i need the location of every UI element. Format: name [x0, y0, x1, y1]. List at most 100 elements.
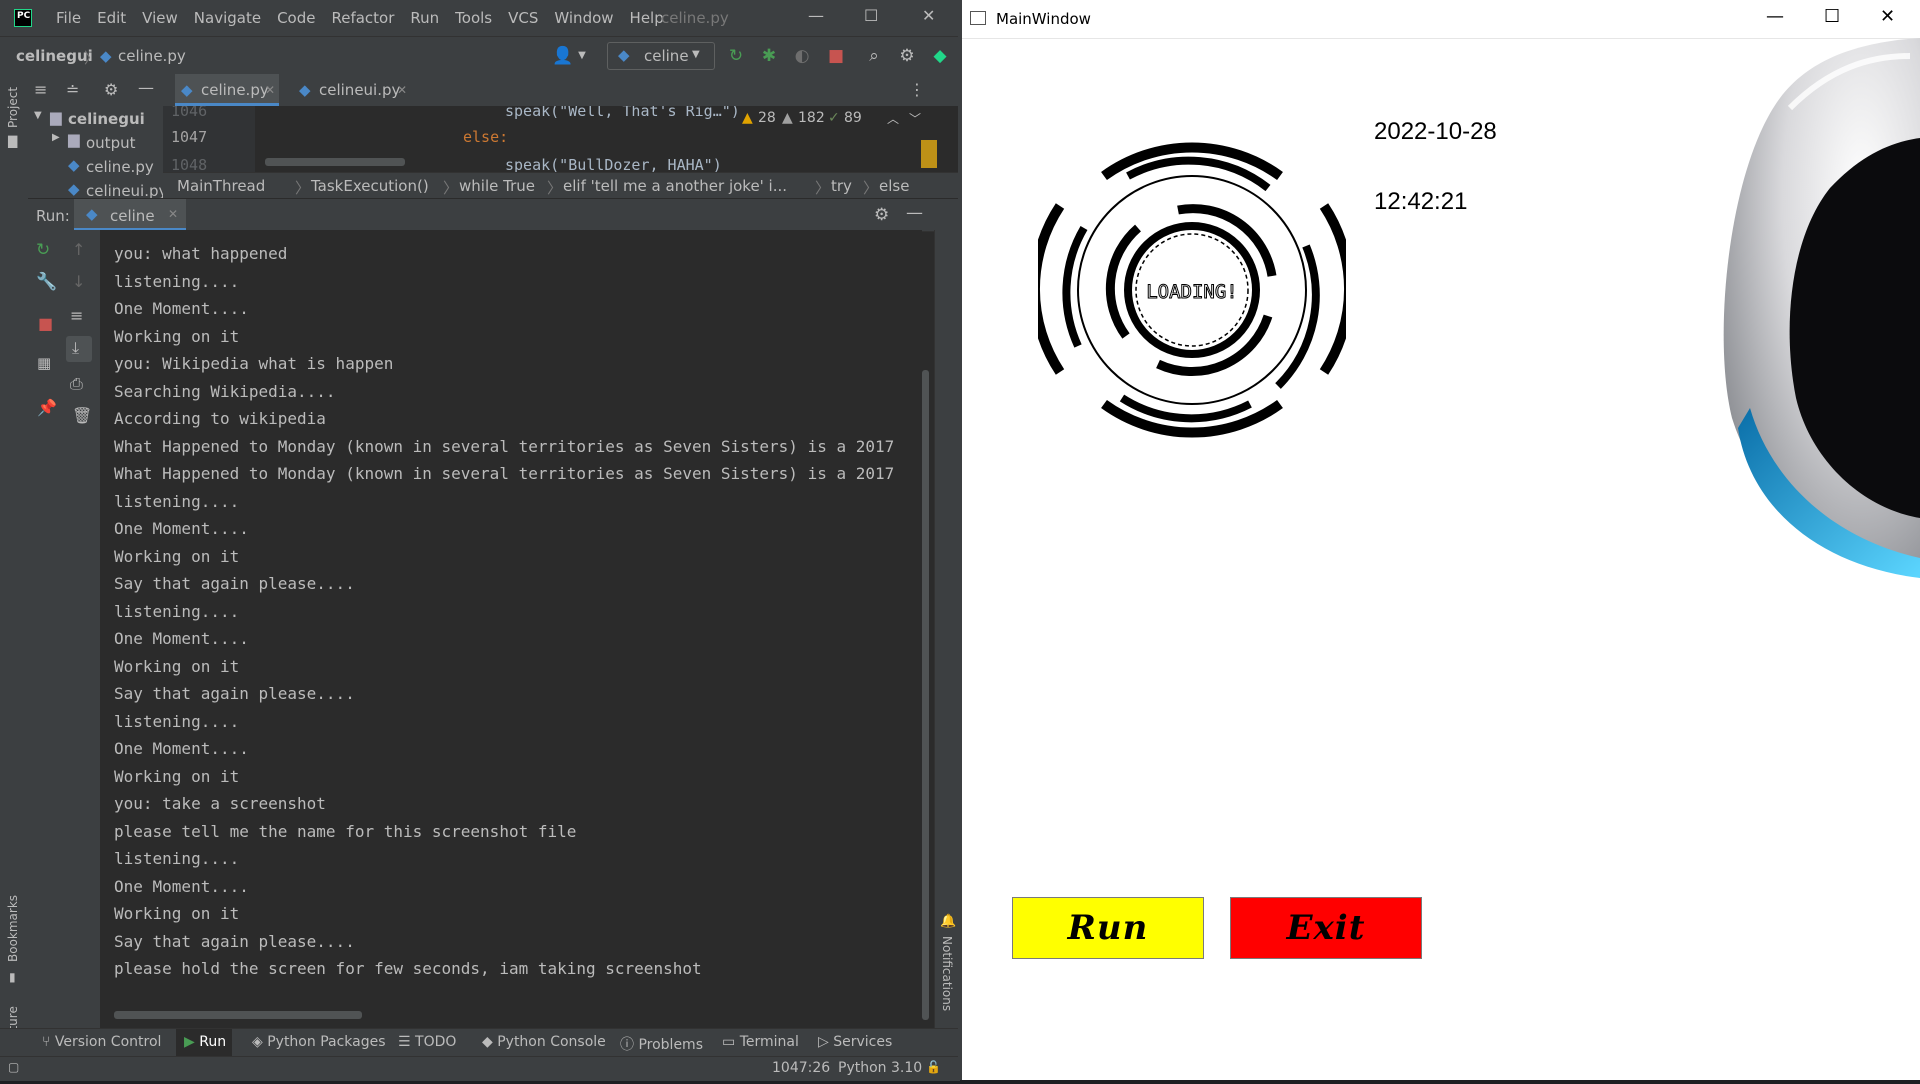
- minimize-icon[interactable]: —: [1766, 6, 1784, 27]
- run-console-output[interactable]: you: what happened listening.... One Momen…: [100, 230, 922, 1020]
- tab-celine-py[interactable]: ◆ celine.py ✕: [175, 74, 279, 106]
- chevron-right-icon[interactable]: ▶: [52, 132, 60, 143]
- coverage-icon[interactable]: ◐: [792, 46, 812, 66]
- python-interpreter[interactable]: Python 3.10: [838, 1060, 922, 1076]
- maximize-icon[interactable]: ☐: [864, 6, 878, 25]
- chevron-down-icon[interactable]: ﹀: [909, 110, 921, 127]
- chevron-down-icon[interactable]: ▼: [34, 110, 42, 121]
- run-tool-tab[interactable]: ▶ Run: [184, 1034, 226, 1050]
- stop-icon[interactable]: ■: [38, 314, 53, 333]
- hide-icon[interactable]: —: [906, 203, 923, 223]
- menu-navigate[interactable]: Navigate: [194, 9, 261, 27]
- menu-edit[interactable]: Edit: [97, 9, 126, 27]
- lock-icon[interactable]: 🔓: [926, 1060, 941, 1074]
- close-tab-icon[interactable]: ✕: [168, 207, 178, 221]
- run-button[interactable]: Run: [1012, 897, 1204, 959]
- collapse-all-icon[interactable]: ≐: [66, 80, 79, 99]
- pin-icon[interactable]: 📌: [37, 398, 57, 417]
- jetbrains-logo-icon[interactable]: ◆: [930, 46, 950, 66]
- rerun-icon[interactable]: ↻: [36, 240, 50, 260]
- bell-icon[interactable]: 🔔: [940, 914, 956, 929]
- scroll-to-end-toggle[interactable]: ⤓: [66, 336, 92, 362]
- close-tab-icon[interactable]: ✕: [397, 74, 407, 106]
- line-number-gutter: 1046 1047 1048: [163, 106, 255, 172]
- console-line: One Moment....: [114, 876, 249, 896]
- nav-project-name[interactable]: celinegui: [16, 47, 93, 65]
- tree-root[interactable]: celinegui: [68, 110, 145, 128]
- chevron-up-icon[interactable]: ︿: [887, 110, 899, 127]
- console-vertical-scrollbar[interactable]: [922, 370, 929, 1020]
- run-tab-celine[interactable]: ◆ celine ✕: [74, 199, 186, 231]
- nav-file-name[interactable]: celine.py: [118, 47, 186, 65]
- menu-view[interactable]: View: [142, 9, 178, 27]
- close-icon[interactable]: ✕: [922, 6, 935, 25]
- breadcrumb-item[interactable]: while True: [459, 177, 535, 195]
- debug-icon[interactable]: ✱: [759, 46, 779, 66]
- breadcrumb-item[interactable]: elif 'tell me a another joke' i...: [563, 177, 787, 195]
- breadcrumb-item[interactable]: TaskExecution(): [311, 177, 429, 195]
- exit-button[interactable]: Exit: [1230, 897, 1422, 959]
- arrow-down-icon[interactable]: ↓: [72, 272, 85, 291]
- editor-horizontal-scrollbar[interactable]: [265, 158, 405, 166]
- stop-icon[interactable]: ■: [826, 46, 846, 66]
- trash-icon[interactable]: 🗑: [72, 406, 92, 425]
- breadcrumb-item[interactable]: try: [831, 177, 852, 195]
- menu-file[interactable]: File: [56, 9, 81, 27]
- soft-wrap-icon[interactable]: ≡: [70, 306, 83, 325]
- menu-run[interactable]: Run: [410, 9, 439, 27]
- folder-icon: ▆: [50, 108, 62, 126]
- breadcrumb-item[interactable]: MainThread: [177, 177, 265, 195]
- layout-toggle-icon[interactable]: ▢: [8, 1060, 19, 1074]
- gear-icon[interactable]: ⚙: [104, 80, 118, 99]
- gear-icon[interactable]: ⚙: [874, 205, 889, 225]
- hide-icon[interactable]: —: [138, 78, 154, 97]
- python-console-tab[interactable]: ◆ Python Console: [482, 1034, 606, 1050]
- console-line: One Moment....: [114, 519, 249, 538]
- layout-icon[interactable]: ▦: [37, 354, 51, 372]
- navigation-bar: celinegui 〉 ◆ celine.py 👤 ▼ ◆ celine ▼ ↻…: [0, 36, 960, 76]
- wrench-icon[interactable]: 🔧: [36, 272, 57, 292]
- inspection-widget[interactable]: ▲ 28 ▲ 182 ✓ 89: [738, 106, 888, 132]
- app-title-bar: MainWindow — ☐ ✕: [962, 0, 1920, 39]
- expand-all-icon[interactable]: ≡: [34, 80, 47, 99]
- print-icon[interactable]: ⎙: [70, 374, 83, 394]
- breadcrumb-item[interactable]: else: [879, 177, 909, 195]
- rerun-icon[interactable]: ↻: [726, 46, 746, 66]
- tree-file[interactable]: celine.py: [86, 158, 154, 176]
- todo-tab[interactable]: ☰ TODO: [398, 1034, 456, 1050]
- code-editor[interactable]: 1046 1047 1048 speak("Well, That's Rig…"…: [163, 106, 960, 172]
- tree-folder-output[interactable]: output: [86, 134, 135, 152]
- menu-help[interactable]: Help: [630, 9, 664, 27]
- maximize-icon[interactable]: ☐: [1824, 6, 1840, 27]
- chevron-down-icon[interactable]: ▼: [572, 46, 592, 66]
- console-horizontal-scrollbar[interactable]: [114, 1011, 362, 1019]
- error-stripe-marker[interactable]: [921, 140, 937, 168]
- terminal-tab[interactable]: ▭ Terminal: [722, 1034, 799, 1050]
- search-icon[interactable]: ⌕: [864, 46, 884, 66]
- menu-window[interactable]: Window: [554, 9, 613, 27]
- project-tool-window-label[interactable]: Project: [6, 87, 20, 128]
- user-icon[interactable]: 👤: [552, 46, 573, 66]
- caret-position[interactable]: 1047:26: [772, 1060, 830, 1076]
- console-line: listening....: [114, 271, 240, 291]
- python-packages-tab[interactable]: ◈ Python Packages: [252, 1034, 386, 1050]
- menu-code[interactable]: Code: [277, 9, 315, 27]
- tab-celineui-py[interactable]: ◆ celineui.py ✕: [293, 74, 411, 106]
- bookmarks-label[interactable]: Bookmarks: [6, 895, 20, 962]
- menu-tools[interactable]: Tools: [455, 9, 492, 27]
- close-tab-icon[interactable]: ✕: [265, 74, 275, 106]
- run-configuration-select[interactable]: ◆ celine ▼: [607, 42, 715, 70]
- more-options-icon[interactable]: ⋮: [909, 80, 925, 99]
- notifications-label[interactable]: Notifications: [940, 936, 954, 1011]
- version-control-tab[interactable]: ⑂ Version Control: [42, 1034, 161, 1050]
- tree-file[interactable]: celineui.py: [86, 182, 163, 198]
- settings-icon[interactable]: ⚙: [897, 46, 917, 66]
- close-icon[interactable]: ✕: [1880, 6, 1895, 27]
- services-tab[interactable]: ▷ Services: [818, 1034, 892, 1050]
- problems-tab[interactable]: ⓘ Problems: [620, 1034, 703, 1054]
- minimize-icon[interactable]: —: [808, 6, 824, 25]
- menu-vcs[interactable]: VCS: [508, 9, 538, 27]
- arrow-up-icon[interactable]: ↑: [72, 240, 85, 259]
- python-file-icon: ◆: [100, 47, 112, 65]
- menu-refactor[interactable]: Refactor: [331, 9, 394, 27]
